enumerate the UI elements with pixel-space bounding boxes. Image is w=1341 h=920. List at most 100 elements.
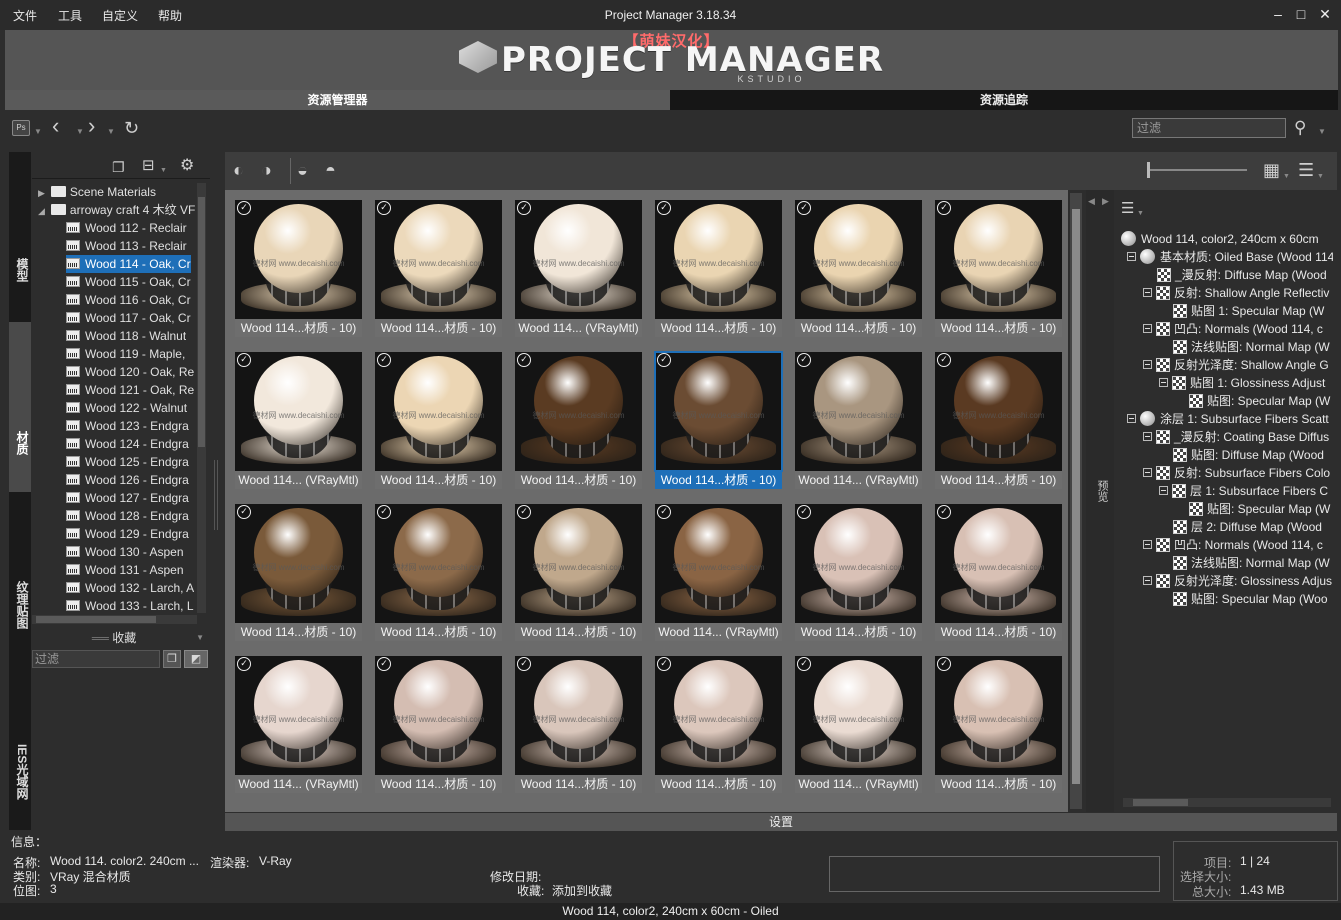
property-node[interactable]: 贴图: Specular Map (Woo [1159,590,1333,608]
tree-item[interactable]: Wood 112 - Reclair [66,219,187,237]
favorites-filter[interactable]: 过滤 [32,650,160,668]
minimize-icon[interactable]: – [1269,5,1287,23]
sort-icon[interactable]: ☰ [1298,161,1314,179]
collapse-icon[interactable] [1143,468,1152,477]
tree-item[interactable]: Wood 130 - Aspen [66,543,184,561]
tab-textures[interactable]: 纹理贴图 [9,492,31,662]
preview-splitter[interactable]: ◀ ▶ 预览 [1086,190,1114,812]
tree-item[interactable]: Wood 120 - Oak, Re [66,363,194,381]
props-hscroll-thumb[interactable] [1133,799,1188,806]
collapse-icon[interactable] [1143,432,1152,441]
material-thumbnail[interactable]: 德材网 www.decaishi.com ✓ Wood 114... (VRayMt… [235,352,362,489]
material-thumbnail[interactable]: 德材网 www.decaishi.com ✓ Wood 114... (VRayMt… [235,656,362,793]
property-node[interactable]: 法线贴图: Normal Map (W [1159,338,1333,356]
material-load-icon[interactable]: ◐ [233,161,244,179]
property-node[interactable]: 层 2: Diffuse Map (Wood [1159,518,1333,536]
forward-icon[interactable]: › [88,115,95,137]
property-node[interactable]: 法线贴图: Normal Map (W [1159,554,1333,572]
property-node[interactable]: 凹凸: Normals (Wood 114, c [1143,536,1333,554]
property-node[interactable]: 涂层 1: Subsurface Fibers Scatt [1127,410,1333,428]
chevron-down-icon[interactable]: ▼ [34,123,42,141]
refresh-icon[interactable]: ↻ [124,119,139,137]
tree-hscrollbar[interactable] [32,615,197,624]
material-thumbnail[interactable]: 德材网 www.decaishi.com ✓ Wood 114...材质 - 10) [375,504,502,641]
tree-root-scene[interactable]: ▶ Scene Materials [38,183,156,201]
material-thumbnail[interactable]: 德材网 www.decaishi.com ✓ Wood 114...材质 - 10) [935,200,1062,337]
tab-asset-browser[interactable]: 资源管理器 [5,90,670,110]
material-thumbnail[interactable]: 德材网 www.decaishi.com ✓ Wood 114...材质 - 10) [375,656,502,793]
collapse-icon[interactable] [1143,576,1152,585]
collapse-icon[interactable] [1159,378,1168,387]
tree-item[interactable]: Wood 116 - Oak, Cr [66,291,191,309]
property-node[interactable]: _漫反射: Coating Base Diffus [1143,428,1333,446]
property-node[interactable]: _漫反射: Diffuse Map (Wood [1143,266,1333,284]
material-thumbnail[interactable]: 德材网 www.decaishi.com ✓ Wood 114...材质 - 10) [515,656,642,793]
property-node[interactable]: 贴图 1: Glossiness Adjust [1159,374,1333,392]
material-thumbnail[interactable]: 德材网 www.decaishi.com ✓ Wood 114...材质 - 10) [235,200,362,337]
tab-ies[interactable]: IES光域网 [9,662,31,830]
notes-box[interactable] [829,856,1160,892]
tree-item[interactable]: Wood 129 - Endgra [66,525,189,543]
chevron-down-icon[interactable]: ▼ [1283,168,1290,186]
preview-tab[interactable]: 预览 [1090,480,1110,502]
property-node[interactable]: 贴图: Specular Map (W [1175,392,1333,410]
tree-item[interactable]: Wood 126 - Endgra [66,471,189,489]
material-thumbnail[interactable]: 德材网 www.decaishi.com ✓ Wood 114...材质 - 10) [795,504,922,641]
property-node[interactable]: Wood 114, color2, 240cm x 60cm [1121,230,1333,248]
search-input[interactable]: 过滤 [1132,118,1286,138]
paste-icon[interactable]: ◩ [184,650,208,668]
property-node[interactable]: 基本材质: Oiled Base (Wood 114 [1127,248,1333,266]
material-thumbnail[interactable]: 德材网 www.decaishi.com ✓ Wood 114...材质 - 10) [235,504,362,641]
tree-item[interactable]: Wood 117 - Oak, Cr [66,309,191,327]
material-thumbnail[interactable]: 德材网 www.decaishi.com ✓ Wood 114...材质 - 10) [515,504,642,641]
zoom-slider[interactable] [1147,169,1247,171]
chevron-down-icon[interactable]: ▼ [1318,123,1326,141]
grid-scroll-thumb[interactable] [1072,209,1080,784]
collapse-icon[interactable] [1127,252,1136,261]
collapse-icon[interactable] [1127,414,1136,423]
material-thumbnail[interactable]: 德材网 www.decaishi.com ✓ Wood 114... (VRayMt… [515,200,642,337]
splitter-handle[interactable] [214,460,218,530]
property-node[interactable]: 层 1: Subsurface Fibers C [1159,482,1333,500]
zoom-slider-handle[interactable] [1147,162,1150,178]
collapse-icon[interactable] [1159,486,1168,495]
material-grid-icon[interactable]: ◓ [325,161,336,179]
collapse-icon[interactable] [1143,324,1152,333]
tree-item[interactable]: Wood 118 - Walnut [66,327,186,345]
tree-item[interactable]: Wood 121 - Oak, Re [66,381,194,399]
chevron-down-icon[interactable]: ▼ [107,123,115,141]
chevron-left-icon[interactable]: ◀ [1088,196,1095,207]
property-node[interactable]: 反射: Subsurface Fibers Colo [1143,464,1333,482]
chevron-right-icon[interactable]: ▶ [1102,196,1109,207]
tree-item[interactable]: Wood 131 - Aspen [66,561,184,579]
material-thumbnail[interactable]: 德材网 www.decaishi.com ✓ Wood 114...材质 - 10) [375,352,502,489]
tree-item[interactable]: Wood 128 - Endgra [66,507,189,525]
property-node[interactable]: 反射光泽度: Shallow Angle G [1143,356,1333,374]
property-node[interactable]: 反射: Shallow Angle Reflectiv [1143,284,1333,302]
collapse-icon[interactable] [1143,360,1152,369]
tree-item[interactable]: Wood 122 - Walnut [66,399,187,417]
layout-icon[interactable]: ⊟ [142,157,155,175]
tree-item[interactable]: Wood 119 - Maple, [66,345,185,363]
tree-item[interactable]: Wood 114 - Oak, Cr [66,255,191,273]
copy-icon[interactable]: ❐ [163,650,181,668]
settings-bar[interactable]: 设置 [225,813,1337,831]
property-node[interactable]: 贴图: Diffuse Map (Wood [1159,446,1333,464]
collapse-icon[interactable] [1143,540,1152,549]
property-node[interactable]: 凹凸: Normals (Wood 114, c [1143,320,1333,338]
props-hscrollbar[interactable] [1123,798,1331,807]
tree-scroll-thumb[interactable] [198,197,205,447]
property-node[interactable]: 反射光泽度: Glossiness Adjus [1143,572,1333,590]
add-to-favorites-link[interactable]: 添加到收藏 [552,882,612,899]
material-editor-icon[interactable]: ◒ [297,161,308,179]
tree-scrollbar[interactable] [197,183,206,613]
chevron-down-icon[interactable]: ▼ [1317,168,1324,186]
material-thumbnail[interactable]: 德材网 www.decaishi.com ✓ Wood 114...材质 - 10) [935,352,1062,489]
tab-models[interactable]: 模型 [9,152,31,322]
search-icon[interactable]: ⚲ [1294,119,1306,137]
material-thumbnail[interactable]: 德材网 www.decaishi.com ✓ Wood 114...材质 - 10) [935,656,1062,793]
material-thumbnail[interactable]: 德材网 www.decaishi.com ✓ Wood 114...材质 - 10) [795,200,922,337]
grid-view-icon[interactable]: ▦ [1263,161,1280,179]
tree-root-library[interactable]: ◢ arroway craft 4 木纹 VF [38,201,195,219]
back-icon[interactable]: ‹ [52,115,59,137]
